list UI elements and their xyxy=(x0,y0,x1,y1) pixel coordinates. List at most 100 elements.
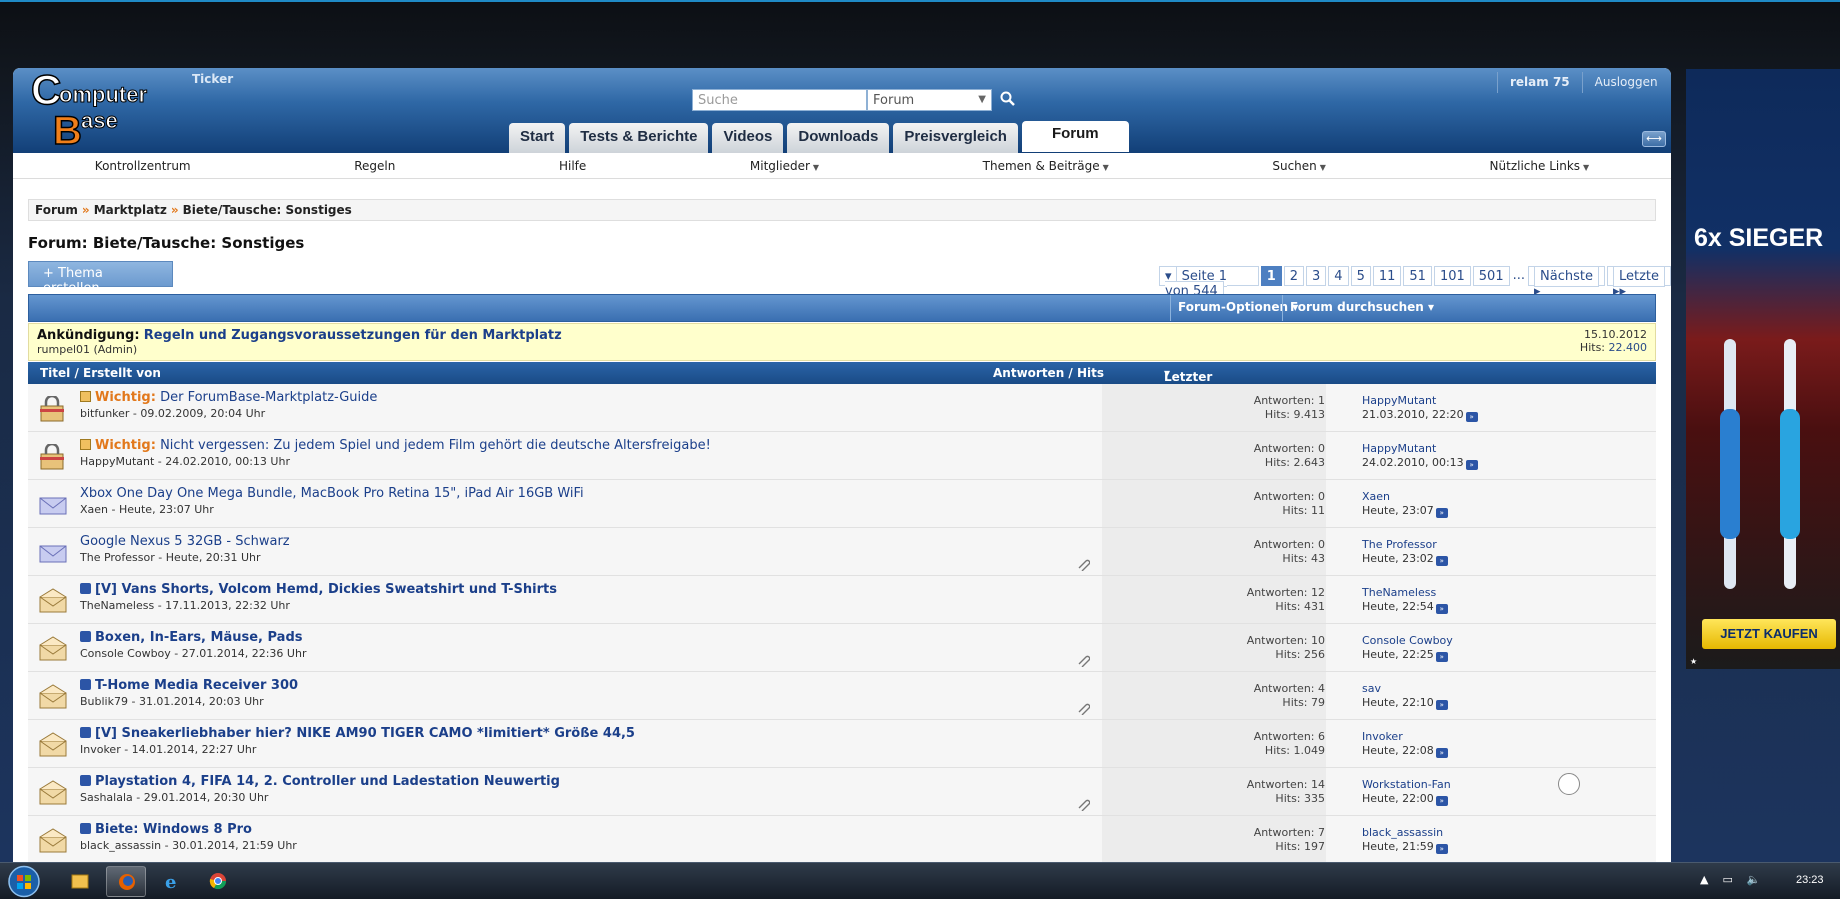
buy-now-button[interactable]: JETZT KAUFEN xyxy=(1702,619,1836,649)
username-link[interactable]: relam 75 xyxy=(1498,72,1583,93)
computerbase-logo[interactable]: C omputer B ase xyxy=(25,68,175,152)
thread-title[interactable]: Boxen, In-Ears, Mäuse, Pads xyxy=(80,630,303,645)
internet-explorer-icon[interactable]: e xyxy=(152,866,192,897)
thread-row[interactable]: [V] Sneakerliebhaber hier? NIKE AM90 TIG… xyxy=(28,720,1656,768)
subnav-kontrollzentrum[interactable]: Kontrollzentrum xyxy=(95,159,191,173)
col-last[interactable]: Letzter Beitrag von ▾ xyxy=(1164,366,1214,412)
thread-title[interactable]: Biete: Windows 8 Pro xyxy=(80,822,252,837)
thread-title-text[interactable]: Der ForumBase-Marktplatz-Guide xyxy=(160,390,377,405)
col-stats[interactable]: Antworten / Hits xyxy=(993,366,1104,380)
go-to-last-post-icon[interactable]: » xyxy=(1435,508,1448,518)
thread-row[interactable]: Wichtig: Nicht vergessen: Zu jedem Spiel… xyxy=(28,432,1656,480)
page-3[interactable]: 3 xyxy=(1306,266,1327,286)
go-to-last-post-icon[interactable]: » xyxy=(1435,796,1448,806)
thread-row[interactable]: Xbox One Day One Mega Bundle, MacBook Pr… xyxy=(28,480,1656,528)
go-to-last-post-icon[interactable]: » xyxy=(1435,700,1448,710)
expand-width-icon[interactable]: ⟷ xyxy=(1642,131,1666,147)
tab-forum[interactable]: Forum xyxy=(1021,121,1129,152)
thread-row[interactable]: Playstation 4, FIFA 14, 2. Controller un… xyxy=(28,768,1656,816)
go-to-last-post-icon[interactable]: » xyxy=(1465,460,1478,470)
col-title[interactable]: Titel / Erstellt von xyxy=(40,366,161,380)
last-post-user[interactable]: The Professor xyxy=(1362,538,1448,552)
announcement-link[interactable]: Regeln und Zugangsvoraussetzungen für de… xyxy=(144,328,562,343)
last-post-user[interactable]: TheNameless xyxy=(1362,586,1448,600)
last-post-user[interactable]: Xaen xyxy=(1362,490,1448,504)
thread-title[interactable]: [V] Sneakerliebhaber hier? NIKE AM90 TIG… xyxy=(80,726,635,741)
thread-row[interactable]: [V] Vans Shorts, Volcom Hemd, Dickies Sw… xyxy=(28,576,1656,624)
last-page[interactable]: Letzte ▸▸ xyxy=(1606,266,1671,299)
thread-title-text[interactable]: Xbox One Day One Mega Bundle, MacBook Pr… xyxy=(80,486,584,501)
subnav-regeln[interactable]: Regeln xyxy=(354,159,395,173)
last-post-user[interactable]: Console Cowboy xyxy=(1362,634,1453,648)
page-2[interactable]: 2 xyxy=(1283,266,1305,286)
page-jump[interactable]: ▾ Seite 1 von 544 xyxy=(1159,266,1259,302)
logout-link[interactable]: Ausloggen xyxy=(1583,72,1670,93)
tab-preisvergleich[interactable]: Preisvergleich xyxy=(893,123,1018,153)
last-post-user[interactable]: Invoker xyxy=(1362,730,1448,744)
subnav-links[interactable]: Nützliche Links ▼ xyxy=(1490,159,1590,173)
thread-title[interactable]: Xbox One Day One Mega Bundle, MacBook Pr… xyxy=(80,486,584,501)
breadcrumb-current[interactable]: Biete/Tausche: Sonstiges xyxy=(183,203,352,217)
thread-title[interactable]: Playstation 4, FIFA 14, 2. Controller un… xyxy=(80,774,560,789)
thread-title-text[interactable]: T-Home Media Receiver 300 xyxy=(95,678,298,693)
breadcrumb-marktplatz[interactable]: Marktplatz xyxy=(94,203,167,217)
next-page[interactable]: Nächste ▸ xyxy=(1528,266,1605,299)
announcement-author[interactable]: rumpel01 (Admin) xyxy=(37,343,1647,356)
tab-start[interactable]: Start xyxy=(509,123,566,153)
page-101[interactable]: 101 xyxy=(1433,266,1471,286)
page-1[interactable]: 1 xyxy=(1260,266,1282,286)
page-4[interactable]: 4 xyxy=(1328,266,1349,286)
new-thread-button[interactable]: + Thema erstellen xyxy=(28,261,173,296)
last-post-user[interactable]: sav xyxy=(1362,682,1448,696)
windows-start-icon[interactable] xyxy=(6,865,42,898)
thread-title-text[interactable]: [V] Sneakerliebhaber hier? NIKE AM90 TIG… xyxy=(95,726,635,741)
explorer-icon[interactable] xyxy=(60,866,100,897)
subnav-mitglieder[interactable]: Mitglieder ▼ xyxy=(750,159,819,173)
tab-videos[interactable]: Videos xyxy=(712,123,784,153)
page-11[interactable]: 11 xyxy=(1372,266,1402,286)
last-post-user[interactable]: Workstation-Fan xyxy=(1362,778,1451,792)
page-51[interactable]: 51 xyxy=(1403,266,1432,286)
firefox-icon[interactable] xyxy=(106,866,146,897)
chrome-icon[interactable] xyxy=(198,866,238,897)
clock[interactable]: 23:23 xyxy=(1796,874,1824,886)
thread-row[interactable]: T-Home Media Receiver 300 Bublik79 - 31.0… xyxy=(28,672,1656,720)
subnav-hilfe[interactable]: Hilfe xyxy=(559,159,586,173)
go-to-last-post-icon[interactable]: » xyxy=(1435,604,1448,614)
tray-arrow-icon[interactable]: ▲ xyxy=(1700,873,1708,886)
subnav-themen[interactable]: Themen & Beiträge ▼ xyxy=(983,159,1109,173)
go-to-last-post-icon[interactable]: » xyxy=(1465,412,1478,422)
page-501[interactable]: 501 xyxy=(1472,266,1510,286)
subnav-suchen[interactable]: Suchen ▼ xyxy=(1272,159,1326,173)
go-to-last-post-icon[interactable]: » xyxy=(1435,748,1448,758)
go-to-last-post-icon[interactable]: » xyxy=(1435,844,1448,854)
thread-row[interactable]: Boxen, In-Ears, Mäuse, Pads Console Cowbo… xyxy=(28,624,1656,672)
last-post-user[interactable]: HappyMutant xyxy=(1362,394,1478,408)
thread-title[interactable]: [V] Vans Shorts, Volcom Hemd, Dickies Sw… xyxy=(80,582,557,597)
search-input[interactable]: Suche xyxy=(692,89,867,111)
advertisement[interactable]: 6x SIEGER JETZT KAUFEN ★ xyxy=(1686,69,1840,669)
search-scope-select[interactable]: Forum ▼ xyxy=(867,89,992,111)
network-icon[interactable]: ▭ xyxy=(1722,873,1732,886)
go-to-last-post-icon[interactable]: » xyxy=(1435,652,1448,662)
thread-title[interactable]: T-Home Media Receiver 300 xyxy=(80,678,298,693)
thread-title-text[interactable]: [V] Vans Shorts, Volcom Hemd, Dickies Sw… xyxy=(95,582,557,597)
volume-icon[interactable]: 🔈 xyxy=(1747,873,1761,886)
thread-title-text[interactable]: Google Nexus 5 32GB - Schwarz xyxy=(80,534,290,549)
go-to-last-post-icon[interactable]: » xyxy=(1435,556,1448,566)
thread-row[interactable]: Biete: Windows 8 Pro black_assassin - 30.… xyxy=(28,816,1656,862)
breadcrumb-forum[interactable]: Forum xyxy=(35,203,78,217)
thread-title-text[interactable]: Biete: Windows 8 Pro xyxy=(95,822,252,837)
thread-title[interactable]: Wichtig: Nicht vergessen: Zu jedem Spiel… xyxy=(80,438,711,453)
thread-title[interactable]: Google Nexus 5 32GB - Schwarz xyxy=(80,534,290,549)
thread-row[interactable]: Wichtig: Der ForumBase-Marktplatz-Guide b… xyxy=(28,384,1656,432)
tab-downloads[interactable]: Downloads xyxy=(787,123,890,153)
thread-title-text[interactable]: Boxen, In-Ears, Mäuse, Pads xyxy=(95,630,303,645)
thread-title-text[interactable]: Nicht vergessen: Zu jedem Spiel und jede… xyxy=(160,438,711,453)
last-post-user[interactable]: HappyMutant xyxy=(1362,442,1478,456)
page-5[interactable]: 5 xyxy=(1350,266,1371,286)
ticker-link[interactable]: Ticker xyxy=(192,72,233,86)
tab-tests[interactable]: Tests & Berichte xyxy=(569,123,709,153)
thread-title-text[interactable]: Playstation 4, FIFA 14, 2. Controller un… xyxy=(95,774,560,789)
last-post-user[interactable]: black_assassin xyxy=(1362,826,1448,840)
